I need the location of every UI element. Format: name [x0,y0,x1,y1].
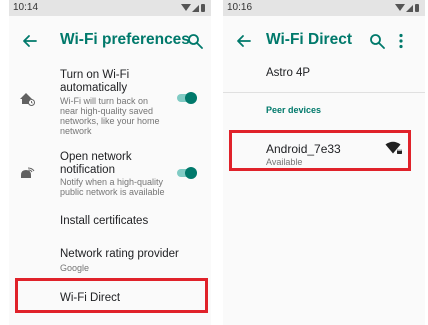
item-subtitle-line: public network is available [60,187,165,197]
status-bar: 10:14 [9,0,211,16]
item-subtitle: Google [60,263,90,273]
app-bar: Wi-Fi Direct [223,16,425,66]
page-title: Wi-Fi preferences [60,31,190,48]
status-icons [181,4,205,12]
item-subtitle-line: Notify when a high-quality [60,177,164,187]
item-subtitle-line: near high-quality saved [60,106,154,116]
status-time: 10:14 [13,2,39,13]
search-icon[interactable] [369,33,385,49]
battery-icon [415,4,419,12]
item-title-line2: notification [60,164,115,176]
cell-signal-icon [406,5,413,12]
back-arrow-icon[interactable] [235,33,251,49]
wifi-preferences-screen: 10:14 Wi-Fi preferences Turn on Wi-Fi au… [9,0,211,325]
open-network-toggle[interactable] [176,166,198,180]
item-title: Install certificates [60,215,149,227]
wifi-auto-icon [20,93,35,106]
divider [223,92,425,93]
item-subtitle-line: network [60,126,92,136]
app-bar: Wi-Fi preferences [9,16,211,66]
highlight-box-peer-device [229,130,411,171]
item-title-line2: automatically [60,82,128,94]
back-arrow-icon[interactable] [21,33,37,49]
wifi-status-icon [395,4,405,11]
wifi-status-icon [181,4,191,11]
item-title: Network rating provider [60,248,179,260]
item-title-line1: Turn on Wi-Fi [60,69,130,81]
item-subtitle-line: networks, like your home [60,116,160,126]
status-time: 10:16 [227,2,253,13]
status-bar: 10:16 [223,0,425,16]
cell-signal-icon [192,5,199,12]
this-device-name: Astro 4P [266,67,311,79]
item-title-line1: Open network [60,151,132,163]
search-icon[interactable] [187,33,203,49]
highlight-box-wifi-direct [15,278,208,313]
more-options-icon[interactable] [398,33,404,49]
page-title: Wi-Fi Direct [266,31,352,48]
status-icons [395,4,419,12]
wifi-auto-toggle[interactable] [176,91,198,105]
item-subtitle-line: Wi-Fi will turn back on [60,96,149,106]
peer-devices-header: Peer devices [266,105,322,115]
wifi-notification-icon [21,167,35,178]
battery-icon [201,4,205,12]
